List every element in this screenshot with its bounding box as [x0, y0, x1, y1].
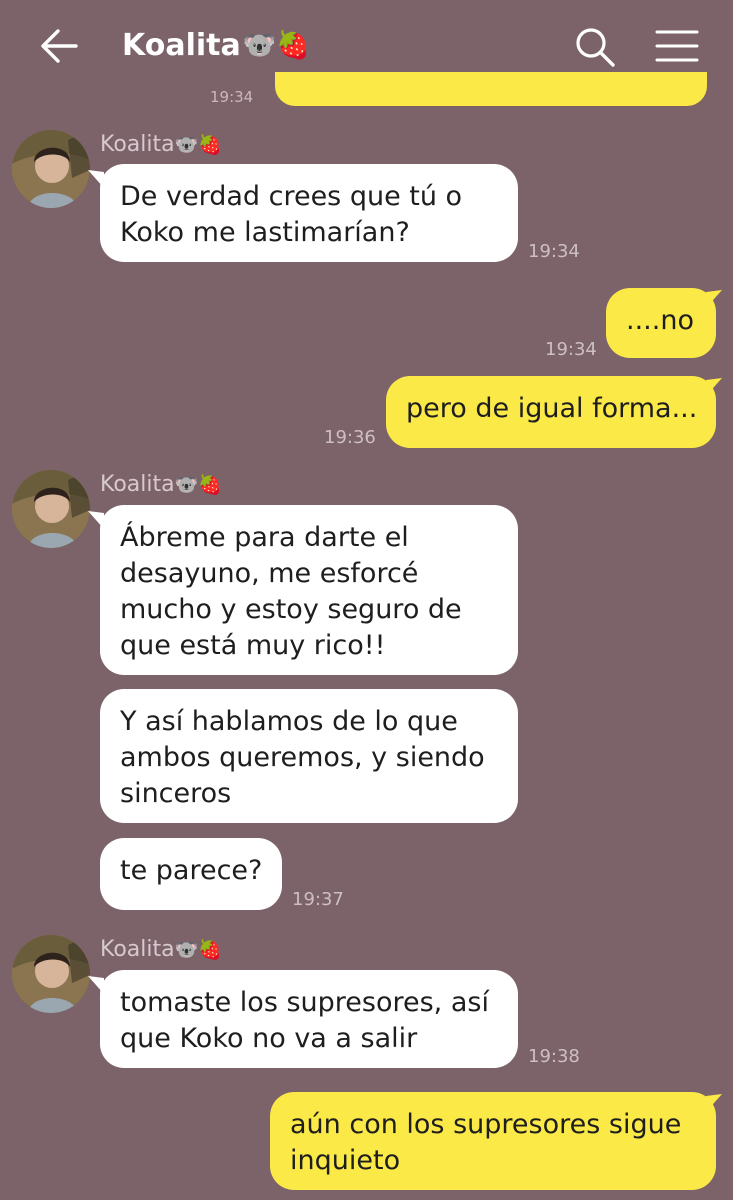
sender-emojis: 🐨🍓 — [174, 134, 222, 156]
arrow-left-icon — [41, 29, 78, 63]
outgoing-message-bubble[interactable]: aún con los supresores sigue inquieto — [270, 1092, 716, 1190]
avatar[interactable] — [12, 470, 90, 548]
message-text: ....no — [626, 305, 694, 336]
search-button[interactable] — [574, 26, 616, 68]
incoming-message-bubble[interactable]: De verdad crees que tú o Koko me lastima… — [100, 164, 518, 262]
message-text: pero de igual forma... — [406, 393, 698, 424]
avatar-photo — [12, 130, 90, 208]
message-text: Y así hablamos de lo que ambos queremos,… — [120, 706, 485, 809]
bubble-tail — [706, 378, 722, 396]
sender-name: Koalita🐨🍓 — [100, 935, 222, 965]
outgoing-message-bubble[interactable]: ....no — [606, 288, 716, 358]
avatar[interactable] — [12, 935, 90, 1013]
message-text: Ábreme para darte el desayuno, me esforc… — [120, 522, 462, 661]
hamburger-menu-icon — [655, 30, 699, 62]
back-button[interactable] — [36, 26, 84, 66]
message-text: tomaste los supresores, así que Koko no … — [120, 987, 489, 1054]
sender-name-text: Koalita — [100, 937, 175, 962]
incoming-message-bubble[interactable]: Y así hablamos de lo que ambos queremos,… — [100, 689, 518, 823]
chat-title: Koalita🐨🍓 — [122, 24, 310, 68]
sender-emojis: 🐨🍓 — [174, 939, 222, 961]
incoming-message-bubble[interactable]: te parece? — [100, 838, 282, 910]
sender-name-text: Koalita — [100, 132, 175, 157]
chat-screen: Koalita🐨🍓 19:34 Koalita🐨🍓 De verdad cree… — [0, 0, 733, 1200]
sender-name: Koalita🐨🍓 — [100, 470, 222, 500]
incoming-message-bubble[interactable]: Ábreme para darte el desayuno, me esforc… — [100, 505, 518, 675]
sender-name-text: Koalita — [100, 472, 175, 497]
outgoing-message-bubble[interactable]: pero de igual forma... — [386, 376, 716, 448]
message-text: te parece? — [120, 855, 263, 886]
timestamp: 19:34 — [210, 88, 254, 102]
timestamp: 19:34 — [528, 241, 580, 262]
outgoing-bubble-partial — [275, 72, 707, 106]
sender-name: Koalita🐨🍓 — [100, 130, 222, 160]
avatar-photo — [12, 470, 90, 548]
timestamp: 19:34 — [545, 339, 597, 360]
timestamp: 19:37 — [292, 889, 344, 910]
search-icon — [576, 28, 615, 67]
sender-emojis: 🐨🍓 — [174, 474, 222, 496]
avatar-photo — [12, 935, 90, 1013]
message-text: De verdad crees que tú o Koko me lastima… — [120, 181, 463, 248]
incoming-message-bubble[interactable]: tomaste los supresores, así que Koko no … — [100, 970, 518, 1068]
avatar[interactable] — [12, 130, 90, 208]
menu-button[interactable] — [654, 28, 700, 64]
message-text: aún con los supresores sigue inquieto — [290, 1109, 682, 1176]
chat-title-emojis: 🐨🍓 — [242, 30, 310, 61]
bubble-tail — [706, 290, 722, 308]
bubble-tail — [706, 1094, 722, 1112]
timestamp: 19:36 — [324, 427, 376, 448]
chat-title-text: Koalita — [122, 28, 241, 63]
timestamp: 19:38 — [528, 1046, 580, 1067]
